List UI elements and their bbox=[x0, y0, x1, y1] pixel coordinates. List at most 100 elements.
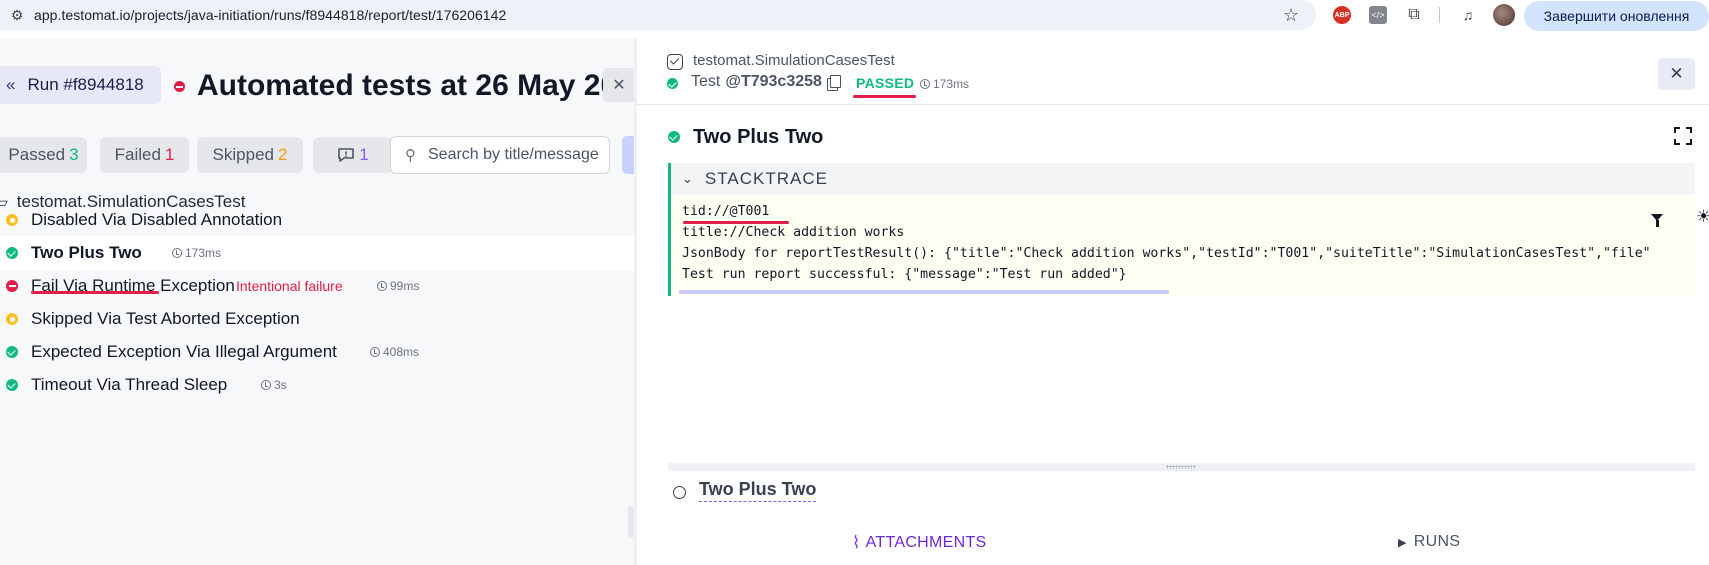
header-divider bbox=[637, 104, 1709, 105]
test-name: Disabled Via Disabled Annotation bbox=[31, 210, 283, 229]
test-name: Timeout Via Thread Sleep bbox=[31, 375, 228, 394]
passed-status-icon bbox=[668, 131, 680, 143]
passed-status-icon bbox=[6, 247, 18, 259]
profile-avatar[interactable] bbox=[1493, 4, 1515, 26]
filter-passed-label: Passed bbox=[8, 145, 66, 164]
passed-status-icon bbox=[6, 379, 18, 391]
test-row[interactable]: Timeout Via Thread Sleep 3s bbox=[0, 368, 634, 402]
test-row-selected[interactable]: Two Plus Two 173ms bbox=[0, 236, 634, 270]
clock-icon bbox=[261, 380, 271, 390]
test-duration: 408ms bbox=[370, 345, 419, 359]
annotation-underline bbox=[683, 221, 789, 224]
circle-icon bbox=[673, 486, 686, 499]
test-row[interactable]: Disabled Via Disabled Annotation bbox=[0, 203, 634, 237]
clock-icon bbox=[370, 347, 380, 357]
secondary-test-title[interactable]: Two Plus Two bbox=[699, 479, 817, 502]
test-row[interactable]: Skipped Via Test Aborted Exception bbox=[0, 302, 634, 336]
test-row[interactable]: Expected Exception Via Illegal Argument … bbox=[0, 335, 634, 369]
filter-menu-button[interactable] bbox=[622, 136, 634, 174]
test-name: Skipped Via Test Aborted Exception bbox=[31, 309, 300, 328]
search-icon: ⚲ bbox=[405, 147, 416, 164]
failed-status-icon bbox=[6, 280, 18, 292]
test-name: Two Plus Two bbox=[31, 243, 142, 262]
adblock-extension-icon[interactable]: ABP bbox=[1333, 6, 1351, 24]
failed-status-icon bbox=[174, 81, 185, 92]
status-badge: PASSED bbox=[856, 75, 915, 91]
filter-comments-count: 1 bbox=[359, 145, 369, 164]
attachments-tab[interactable]: ⌇ ATTACHMENTS bbox=[852, 533, 987, 553]
annotation-underline bbox=[853, 95, 916, 98]
test-id-line: Test @T793c3258 bbox=[691, 73, 841, 91]
stacktrace-header[interactable]: ⌄ STACKTRACE bbox=[671, 163, 1695, 195]
test-duration: 173ms bbox=[920, 77, 969, 91]
runs-tab[interactable]: ▶ RUNS bbox=[1398, 533, 1460, 551]
site-settings-icon[interactable]: ⚙ bbox=[0, 7, 34, 24]
test-duration: 3s bbox=[261, 378, 287, 392]
test-duration: 99ms bbox=[377, 279, 419, 293]
run-button-label: Run #f8944818 bbox=[27, 75, 144, 94]
stacktrace-label: STACKTRACE bbox=[704, 169, 828, 188]
theme-sun-icon[interactable]: ☀ bbox=[1696, 208, 1709, 225]
stacktrace-line: tid://@T001 bbox=[682, 204, 770, 219]
url-text[interactable]: app.testomat.io/projects/java-initiation… bbox=[34, 7, 506, 23]
finish-update-button[interactable]: Завершити оновлення bbox=[1524, 1, 1709, 31]
grip-icon bbox=[1166, 465, 1196, 469]
filter-icon[interactable] bbox=[1651, 214, 1663, 227]
filter-failed-button[interactable]: Failed 1 bbox=[100, 137, 189, 173]
skipped-status-icon bbox=[6, 214, 18, 226]
test-name: Expected Exception Via Illegal Argument bbox=[31, 342, 337, 361]
test-duration: 173ms bbox=[172, 246, 221, 260]
test-id: @T793c3258 bbox=[725, 73, 822, 90]
test-title: Two Plus Two bbox=[693, 126, 824, 148]
close-detail-button[interactable]: ✕ bbox=[1658, 58, 1695, 90]
filter-failed-label: Failed bbox=[114, 145, 161, 164]
run-title: Automated tests at 26 May 2025 bbox=[197, 69, 603, 102]
filter-skipped-count: 2 bbox=[277, 145, 288, 164]
stacktrace-line: Test run report successful: {"message":"… bbox=[682, 267, 1127, 282]
filter-comments-button[interactable]: 1 bbox=[313, 137, 393, 173]
filter-passed-count: 3 bbox=[69, 145, 79, 164]
stacktrace-line: title://Check addition works bbox=[682, 225, 905, 240]
run-report-panel: « Run #f8944818 Automated tests at 26 Ma… bbox=[0, 38, 634, 565]
duration-value: 3s bbox=[274, 378, 287, 392]
test-row[interactable]: Fail Via Runtime Exception Intentional f… bbox=[0, 269, 634, 303]
stacktrace-scrollbar[interactable] bbox=[679, 290, 1169, 294]
filter-failed-count: 1 bbox=[164, 145, 175, 164]
test-detail-panel: testomat.SimulationCasesTest Test @T793c… bbox=[637, 38, 1709, 565]
skipped-status-icon bbox=[6, 313, 18, 325]
attachments-label: ATTACHMENTS bbox=[865, 534, 987, 551]
back-to-run-button[interactable]: « Run #f8944818 bbox=[0, 66, 161, 104]
bookmark-star-icon[interactable]: ☆ bbox=[1283, 5, 1299, 26]
clock-icon bbox=[920, 79, 930, 89]
passed-status-icon bbox=[6, 346, 18, 358]
duration-value: 408ms bbox=[383, 345, 420, 359]
double-chevron-left-icon: « bbox=[6, 75, 16, 94]
search-input[interactable] bbox=[428, 146, 598, 164]
devtools-extension-icon[interactable]: </> bbox=[1369, 6, 1387, 24]
browser-toolbar: ⚙ app.testomat.io/projects/java-initiati… bbox=[0, 0, 1709, 38]
filter-passed-button[interactable]: Passed 3 bbox=[0, 137, 87, 173]
clock-icon bbox=[172, 248, 182, 258]
failure-message: Intentional failure bbox=[236, 278, 343, 294]
triangle-right-icon: ▶ bbox=[1398, 536, 1407, 549]
section-resize-handle[interactable] bbox=[668, 463, 1695, 471]
paperclip-icon: ⌇ bbox=[852, 533, 861, 552]
media-controls-icon[interactable]: ♫ bbox=[1459, 6, 1477, 24]
extensions-puzzle-icon[interactable]: ⧉ bbox=[1405, 6, 1423, 24]
close-report-button[interactable]: ✕ bbox=[603, 68, 634, 102]
copy-icon[interactable] bbox=[826, 75, 841, 91]
duration-value: 173ms bbox=[185, 246, 222, 260]
stacktrace-text: tid://@T001 title://Check addition works J… bbox=[682, 201, 1692, 285]
annotation-underline bbox=[31, 291, 159, 294]
filter-skipped-button[interactable]: Skipped 2 bbox=[197, 137, 303, 173]
address-bar[interactable]: ⚙ app.testomat.io/projects/java-initiati… bbox=[0, 0, 1316, 30]
comment-icon bbox=[338, 148, 355, 162]
clock-icon bbox=[377, 281, 387, 291]
stacktrace-line: JsonBody for reportTestResult(): {"title… bbox=[682, 246, 1651, 261]
search-box[interactable]: ⚲ bbox=[390, 136, 610, 174]
stacktrace-panel: ⌄ STACKTRACE tid://@T001 title://Check ad… bbox=[668, 163, 1709, 296]
test-label: Test bbox=[691, 73, 721, 90]
fullscreen-icon[interactable] bbox=[1674, 127, 1692, 145]
detail-suite-title: testomat.SimulationCasesTest bbox=[693, 52, 895, 69]
duration-value: 173ms bbox=[933, 77, 970, 91]
